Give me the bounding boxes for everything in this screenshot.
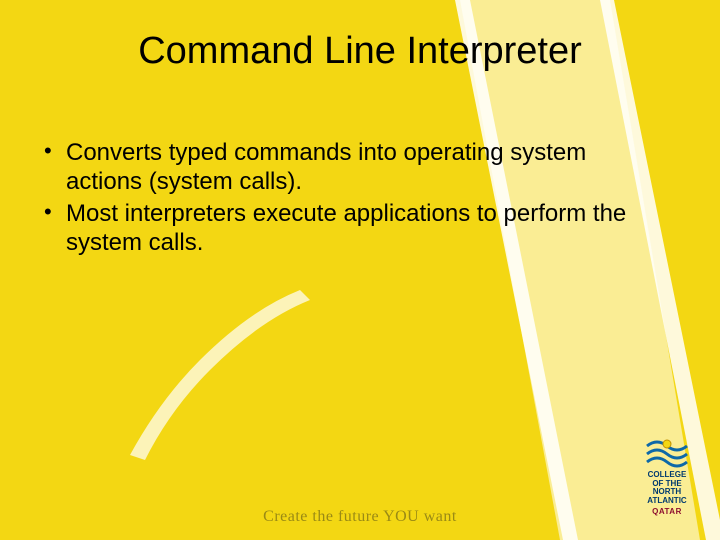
wave-logo-icon [645,438,689,468]
slide-title: Command Line Interpreter [0,30,720,73]
tagline-text: Create the future YOU want [0,508,720,526]
bullet-list: Converts typed commands into operating s… [44,138,660,259]
logo-qatar: QATAR [632,507,702,516]
college-logo: COLLEGE OF THE NORTH ATLANTIC QATAR [632,438,702,516]
background-decor [0,0,720,540]
bullet-item: Most interpreters execute applications t… [44,199,660,258]
bullet-item: Converts typed commands into operating s… [44,138,660,197]
logo-line: ATLANTIC [632,497,702,505]
